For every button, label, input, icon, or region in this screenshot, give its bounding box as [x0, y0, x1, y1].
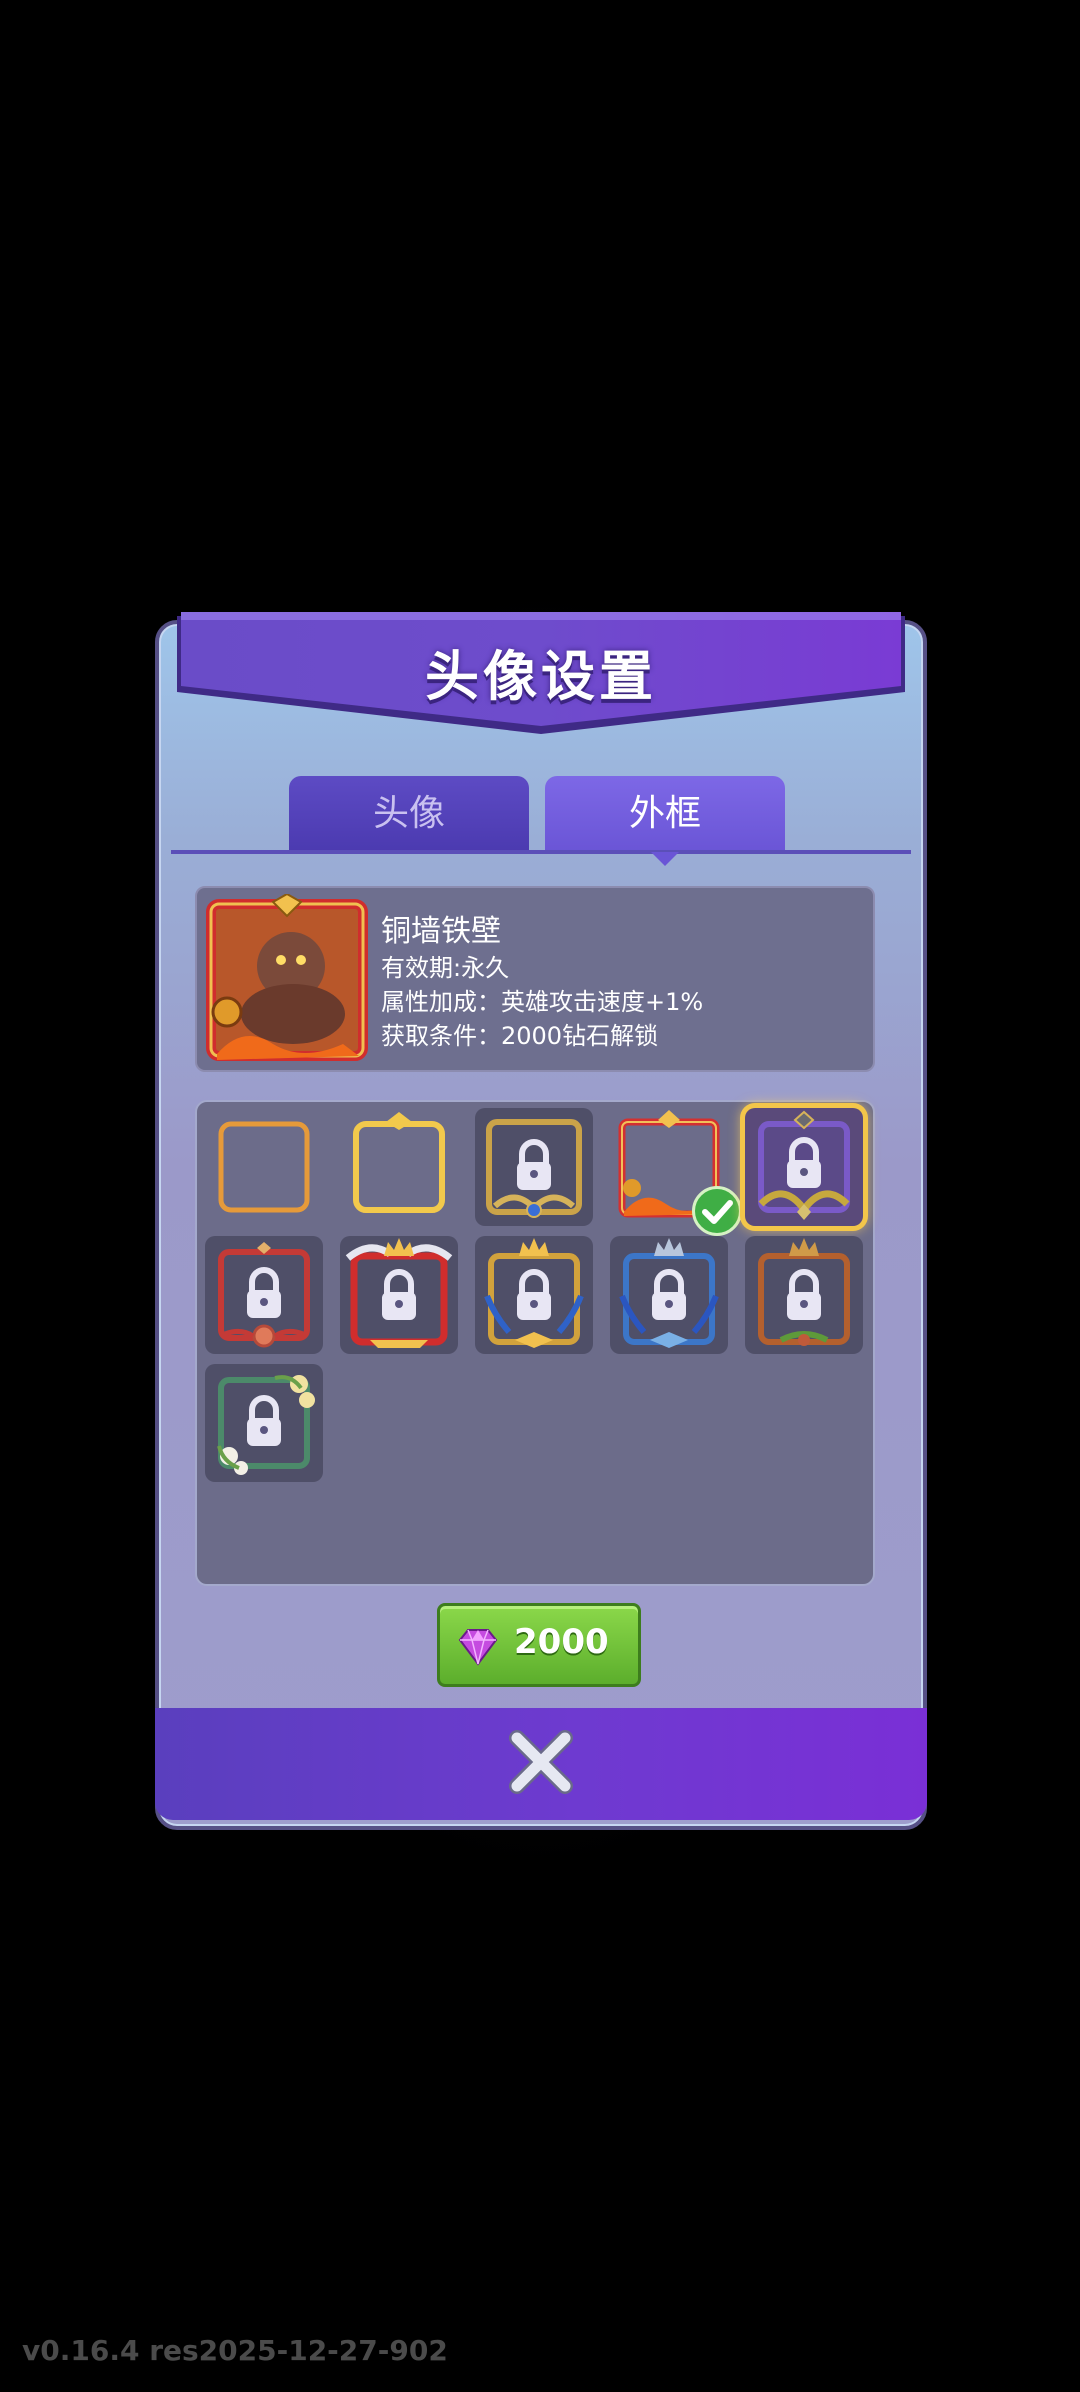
frame-item-fire-red-equipped[interactable] — [610, 1108, 742, 1236]
frame-item-gold-ornate[interactable] — [475, 1108, 593, 1226]
frame-item-blue-silver-crown[interactable] — [610, 1236, 728, 1354]
bottom-bar — [155, 1708, 927, 1820]
lock-icon — [517, 1139, 551, 1190]
active-tab-caret — [651, 852, 679, 866]
close-icon[interactable] — [505, 1726, 577, 1798]
lock-icon — [517, 1269, 551, 1320]
frame-bonus: 属性加成：英雄攻击速度+1% — [381, 988, 704, 1016]
frame-item-green-flower[interactable] — [205, 1364, 323, 1482]
gem-icon — [456, 1624, 500, 1668]
avatar-settings-dialog: 头像设置 头像 外框 铜墙铁壁 有效期:永久 属性加成：英雄攻击速度+1% 获取… — [155, 600, 927, 1830]
title-banner: 头像设置 — [171, 610, 911, 734]
buy-price: 2000 — [514, 1622, 609, 1662]
tabs-underline — [171, 850, 911, 854]
dialog-title: 头像设置 — [425, 645, 657, 708]
frame-name: 铜墙铁壁 — [381, 914, 501, 949]
tab-frame[interactable]: 外框 — [545, 776, 785, 852]
lock-icon — [247, 1395, 281, 1446]
frame-validity: 有效期:永久 — [381, 954, 510, 982]
lock-icon — [787, 1269, 821, 1320]
frame-item-orange-plain[interactable] — [205, 1108, 323, 1226]
frame-item-purple-laurel-selected[interactable] — [745, 1108, 863, 1226]
frame-item-gold-plain[interactable] — [340, 1108, 458, 1226]
frame-item-gold-crown-blue[interactable] — [475, 1236, 593, 1354]
frame-item-red-rose[interactable] — [205, 1236, 323, 1354]
frame-preview — [203, 892, 371, 1064]
frame-info-panel: 铜墙铁壁 有效期:永久 属性加成：英雄攻击速度+1% 获取条件：2000钻石解锁 — [195, 886, 875, 1072]
frame-condition: 获取条件：2000钻石解锁 — [381, 1022, 659, 1050]
lock-icon — [382, 1269, 416, 1320]
lock-icon — [652, 1269, 686, 1320]
frame-grid — [195, 1100, 875, 1586]
frame-item-red-winged-crown[interactable] — [340, 1236, 458, 1354]
lock-icon — [247, 1267, 281, 1318]
tab-avatar[interactable]: 头像 — [289, 776, 529, 852]
equipped-check-icon — [692, 1186, 742, 1236]
version-label: v0.16.4 res2025-12-27-902 — [22, 2334, 448, 2367]
buy-frame-button[interactable]: 2000 — [437, 1603, 641, 1687]
frame-item-bronze-crown[interactable] — [745, 1236, 863, 1354]
